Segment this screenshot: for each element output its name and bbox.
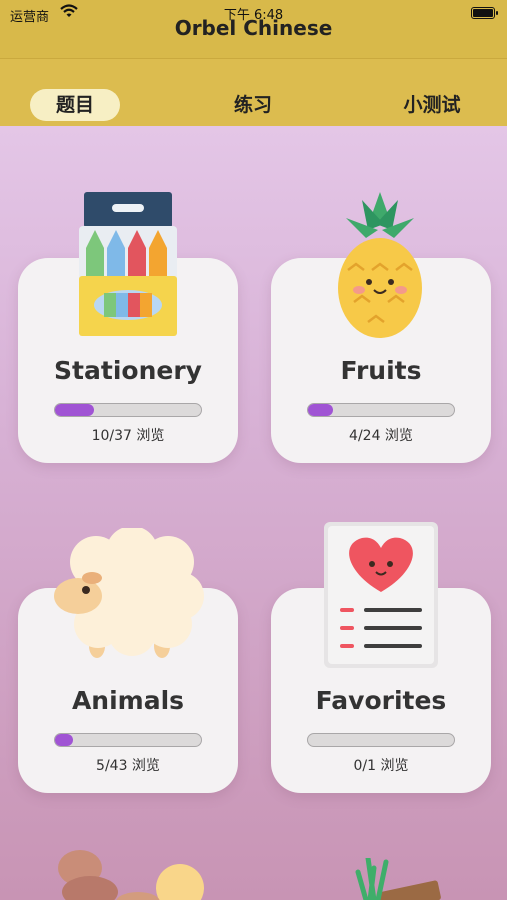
tab-topics[interactable]: 题目 [30,89,120,121]
progress-text: 4/24 浏览 [349,428,413,444]
progress-bar [54,403,202,417]
app-title: Orbel Chinese [174,16,333,40]
plant-icon [355,858,441,900]
card-title: Animals [71,686,185,715]
heart-list-icon [324,522,438,668]
tab-quiz[interactable]: 小测试 [392,89,472,121]
tab-practice[interactable]: 练习 [213,89,293,121]
card-title: Fruits [340,356,422,385]
progress-fill [308,404,333,416]
card-title: Stationery [54,356,202,385]
sheep-icon [54,528,204,658]
progress-bar [307,403,455,417]
pineapple-icon [338,192,422,338]
progress-text: 10/37 浏览 [91,428,165,444]
progress-text: 0/1 浏览 [353,758,409,774]
food-icon [58,850,204,900]
nav-bar: Orbel Chinese [0,16,507,58]
progress-fill [55,734,73,746]
progress-bar [54,733,202,747]
card-title: Favorites [315,686,447,715]
progress-text: 5/43 浏览 [96,758,160,774]
tab-bar: 题目 练习 小测试 [0,58,507,126]
progress-bar [307,733,455,747]
progress-fill [55,404,95,416]
crayons-icon [79,192,177,336]
